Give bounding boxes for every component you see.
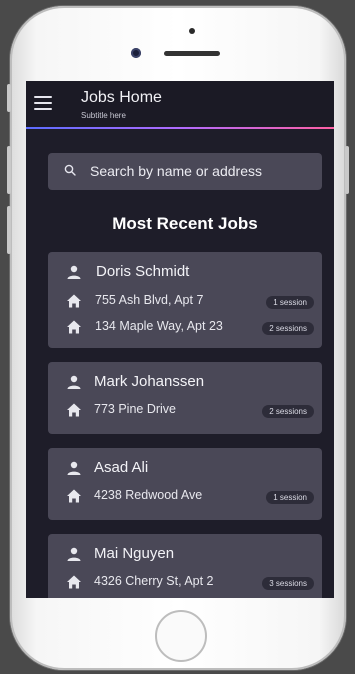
home-icon bbox=[67, 575, 81, 589]
job-card[interactable]: Mark Johanssen 773 Pine Drive 2 sessions bbox=[48, 362, 322, 434]
app-bar: Jobs Home Subtitle here bbox=[26, 81, 334, 129]
job-customer-name: Doris Schmidt bbox=[96, 263, 190, 280]
home-icon bbox=[67, 403, 81, 417]
session-count-badge: 1 session bbox=[266, 296, 314, 309]
phone-volume-up-button bbox=[7, 146, 11, 194]
session-count-badge: 1 session bbox=[266, 491, 314, 504]
home-icon bbox=[67, 489, 81, 503]
phone-home-button[interactable] bbox=[155, 610, 207, 662]
job-address-row[interactable]: 4238 Redwood Ave 1 session bbox=[48, 487, 322, 507]
menu-icon[interactable] bbox=[34, 96, 52, 110]
phone-sensor-dot bbox=[189, 28, 195, 34]
session-count-badge: 3 sessions bbox=[262, 577, 314, 590]
job-address: 4238 Redwood Ave bbox=[94, 488, 203, 502]
session-count-badge: 2 sessions bbox=[262, 322, 314, 335]
job-card[interactable]: Asad Ali 4238 Redwood Ave 1 session bbox=[48, 448, 322, 520]
job-address-row[interactable]: 755 Ash Blvd, Apt 7 1 session bbox=[48, 292, 322, 312]
page-title: Jobs Home bbox=[81, 89, 162, 106]
section-title: Most Recent Jobs bbox=[112, 214, 258, 233]
job-customer-name: Mark Johanssen bbox=[94, 373, 205, 390]
job-card[interactable]: Doris Schmidt 755 Ash Blvd, Apt 7 1 sess… bbox=[48, 252, 322, 348]
session-count-badge: 2 sessions bbox=[262, 405, 314, 418]
job-address: 755 Ash Blvd, Apt 7 bbox=[95, 293, 204, 307]
person-icon bbox=[67, 375, 81, 389]
search-placeholder: Search by name or address bbox=[90, 163, 262, 179]
job-address-row[interactable]: 134 Maple Way, Apt 23 2 sessions bbox=[48, 318, 322, 338]
job-address: 773 Pine Drive bbox=[94, 402, 176, 416]
phone-camera bbox=[131, 48, 141, 58]
job-card[interactable]: Mai Nguyen 4326 Cherry St, Apt 2 3 sessi… bbox=[48, 534, 322, 598]
phone-side-button bbox=[7, 84, 11, 112]
phone-volume-down-button bbox=[7, 206, 11, 254]
job-address-row[interactable]: 4326 Cherry St, Apt 2 3 sessions bbox=[48, 573, 322, 593]
phone-speaker bbox=[164, 51, 220, 56]
person-icon bbox=[67, 265, 81, 279]
search-icon bbox=[64, 164, 76, 176]
app-screen: Jobs Home Subtitle here Search by name o… bbox=[26, 81, 334, 598]
home-icon bbox=[67, 294, 81, 308]
person-icon bbox=[67, 547, 81, 561]
person-icon bbox=[67, 461, 81, 475]
phone-power-button bbox=[345, 146, 349, 194]
search-input[interactable]: Search by name or address bbox=[48, 153, 322, 190]
job-customer-name: Mai Nguyen bbox=[94, 545, 175, 562]
job-address-row[interactable]: 773 Pine Drive 2 sessions bbox=[48, 401, 322, 421]
job-customer-name: Asad Ali bbox=[94, 459, 149, 476]
job-address: 134 Maple Way, Apt 23 bbox=[95, 319, 223, 333]
job-address: 4326 Cherry St, Apt 2 bbox=[94, 574, 214, 588]
page-subtitle: Subtitle here bbox=[81, 111, 126, 120]
home-icon bbox=[67, 320, 81, 334]
